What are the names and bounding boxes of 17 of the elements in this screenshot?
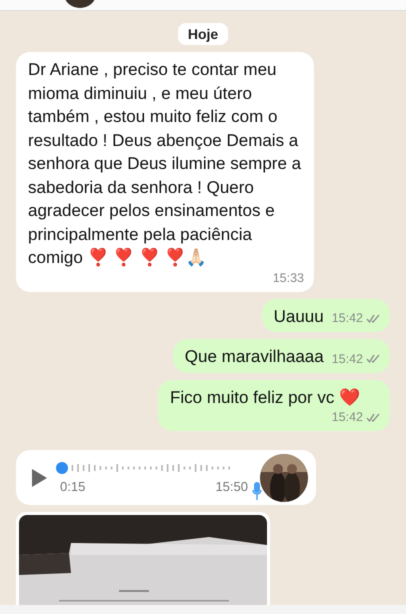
message-time: 15:33	[272, 270, 304, 286]
microphone-icon	[252, 482, 262, 500]
play-icon[interactable]	[30, 468, 48, 488]
message-time: 15:42	[332, 350, 363, 366]
message-time: 15:42	[332, 310, 363, 326]
double-check-icon	[366, 314, 380, 322]
message-time: 15:50	[215, 479, 248, 494]
message-text: Fico muito feliz por vc ❤	[170, 386, 360, 408]
message-text: Que maravilhaaaa	[184, 346, 324, 368]
date-label: Hoje	[178, 23, 228, 45]
double-check-icon	[366, 412, 380, 422]
double-check-icon	[366, 354, 380, 363]
message-text: Dr Ariane , preciso te contar meu mioma diminuiu , e meu útero também , estou muito feliz com o resultado ! Deus abençoe Demais a senhora que Deus ilumine sempre a sabedoria da senhora ! Quero agradecer pelos ensinamentos e principalmente pela paciência comigo ❣ ❣ ❣ ❣🙏🏻	[28, 59, 302, 269]
progress-thumb[interactable]	[56, 462, 68, 474]
message-text: Uauuu	[274, 306, 324, 328]
voice-duration: 0:15	[60, 479, 86, 494]
message-time: 15:42	[332, 409, 363, 425]
